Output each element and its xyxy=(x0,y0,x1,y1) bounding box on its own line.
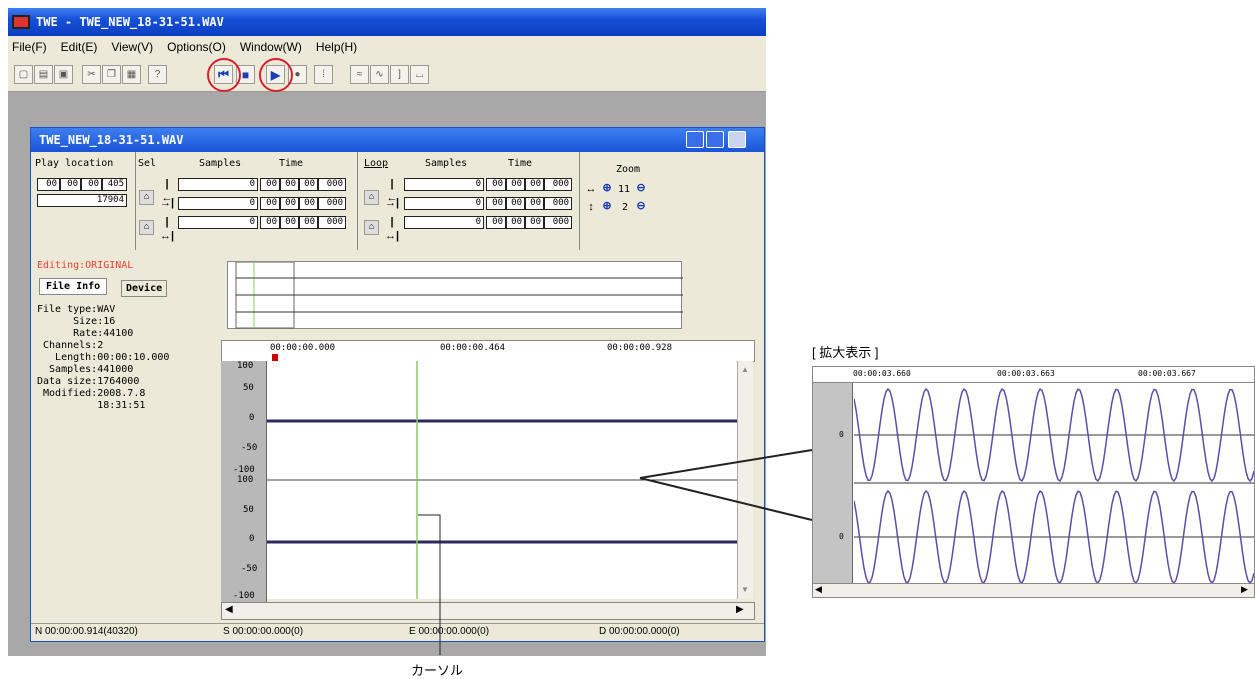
zoom-tick-0: 00:00:03.660 xyxy=(853,369,911,378)
zoom-axis: 0 0 xyxy=(813,383,853,583)
zoomed-waveform-view: 00:00:03.660 00:00:03.663 00:00:03.667 0… xyxy=(812,366,1255,598)
zoom-view-caption: [ 拡大表示 ] xyxy=(812,345,879,360)
zoom-ruler: 00:00:03.660 00:00:03.663 00:00:03.667 xyxy=(813,367,1254,383)
zoom-scroll-right-icon[interactable]: ▶ xyxy=(1241,584,1248,595)
zoom-hscrollbar[interactable]: ◀ ▶ xyxy=(813,583,1254,597)
zoom-axis-0-ch2: 0 xyxy=(839,532,844,541)
zoom-scroll-left-icon[interactable]: ◀ xyxy=(815,584,822,595)
zoom-sine-graphic xyxy=(854,387,1254,583)
zoom-tick-2: 00:00:03.667 xyxy=(1138,369,1196,378)
zoom-tick-1: 00:00:03.663 xyxy=(997,369,1055,378)
cursor-annotation: カーソル xyxy=(411,663,464,678)
zoom-axis-0-ch1: 0 xyxy=(839,430,844,439)
